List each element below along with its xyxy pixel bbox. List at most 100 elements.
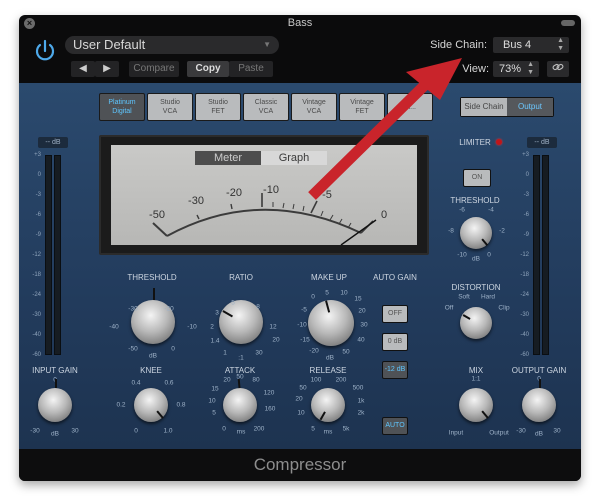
auto-button[interactable]: AUTO bbox=[382, 417, 408, 435]
makeup-tick: -10 bbox=[297, 321, 307, 329]
next-preset-button[interactable]: ▶ bbox=[95, 61, 119, 77]
input-gain-knob[interactable] bbox=[38, 379, 72, 422]
model-button-vintage-fet[interactable]: Vintage FET bbox=[339, 93, 385, 121]
meter-scale-label: -24 bbox=[520, 292, 529, 298]
attack-tick: 200 bbox=[253, 425, 265, 433]
meter-scale-label: -12 bbox=[32, 252, 41, 258]
knee-tick: 1.0 bbox=[163, 427, 173, 435]
window-resize-button[interactable] bbox=[561, 20, 575, 26]
makeup-knob[interactable] bbox=[308, 300, 354, 346]
ratio-tick: 1 bbox=[223, 349, 227, 357]
ratio-unit: :1 bbox=[238, 354, 244, 362]
side-chain-value: Bus 4 bbox=[503, 39, 532, 51]
power-icon[interactable] bbox=[33, 39, 57, 63]
compare-button[interactable]: Compare bbox=[129, 61, 179, 77]
link-button[interactable] bbox=[547, 61, 569, 77]
output-gain-tick: -30 bbox=[516, 427, 526, 435]
circuit-type-selector: Platinum Digital Studio VCA Studio FET C… bbox=[99, 93, 433, 121]
model-button-classic-vca[interactable]: Classic VCA bbox=[243, 93, 289, 121]
release-knob[interactable] bbox=[311, 388, 345, 422]
previous-preset-button[interactable]: ◀ bbox=[71, 61, 95, 77]
meter-scale-label: -9 bbox=[35, 232, 41, 238]
limiter-label: LIMITER bbox=[459, 138, 491, 147]
chevron-down-icon: ▼ bbox=[263, 40, 271, 49]
view-zoom-select[interactable]: 73% ▲ ▼ bbox=[493, 61, 539, 77]
model-button-studio-fet[interactable]: Studio FET bbox=[195, 93, 241, 121]
meter-scale-label: +3 bbox=[34, 152, 41, 158]
meter-scale-label: +3 bbox=[522, 152, 529, 158]
limiter-on-button[interactable]: ON bbox=[463, 169, 491, 187]
ratio-tick: 5 bbox=[231, 299, 235, 307]
limiter-threshold-tick: -10 bbox=[457, 251, 467, 259]
vu-scale-label: -5 bbox=[322, 189, 332, 201]
limiter-threshold-tick: 0 bbox=[487, 251, 491, 259]
release-unit: ms bbox=[323, 428, 333, 436]
knee-tick: 0 bbox=[134, 427, 138, 435]
makeup-tick: 40 bbox=[357, 336, 365, 344]
limiter-threshold-unit: dB bbox=[472, 255, 480, 263]
attack-knob[interactable] bbox=[223, 379, 257, 422]
updown-arrows-icon: ▲ ▼ bbox=[527, 61, 534, 76]
mix-tick: Output bbox=[489, 429, 509, 437]
input-gain-tick: 30 bbox=[71, 427, 79, 435]
mix-tick: Input bbox=[448, 429, 464, 437]
makeup-tick: 5 bbox=[325, 289, 329, 297]
model-button-vintage-vca[interactable]: Vintage VCA bbox=[291, 93, 337, 121]
attack-tick: 120 bbox=[263, 389, 275, 397]
attack-tick: 80 bbox=[252, 376, 260, 384]
meter-scale-label: -9 bbox=[523, 232, 529, 238]
attack-tick: 20 bbox=[223, 376, 231, 384]
release-tick: 100 bbox=[310, 376, 322, 384]
release-tick: 20 bbox=[295, 395, 303, 403]
release-tick: 2k bbox=[357, 409, 365, 417]
makeup-label: MAKE UP bbox=[310, 273, 348, 282]
makeup-tick: -20 bbox=[309, 347, 319, 355]
limiter-threshold-tick: -2 bbox=[499, 227, 505, 235]
model-button-vintage-opto[interactable]: Vi... bbox=[387, 93, 433, 121]
copy-button[interactable]: Copy bbox=[187, 61, 229, 77]
updown-arrows-icon: ▲ ▼ bbox=[557, 37, 564, 52]
mix-knob[interactable] bbox=[459, 388, 493, 422]
knee-label: KNEE bbox=[140, 366, 162, 375]
meter-scale-label: 0 bbox=[525, 172, 529, 178]
makeup-unit: dB bbox=[326, 354, 334, 362]
side-chain-detector-button[interactable]: Side Chain bbox=[461, 98, 507, 116]
model-button-platinum-digital[interactable]: Platinum Digital bbox=[99, 93, 145, 121]
ratio-label: RATIO bbox=[229, 273, 253, 282]
threshold-tick: 0 bbox=[171, 345, 175, 353]
knee-knob[interactable] bbox=[134, 388, 168, 422]
vu-scale-label: 0 bbox=[380, 209, 388, 221]
auto-gain-0db-button[interactable]: 0 dB bbox=[382, 333, 408, 351]
distortion-label: DISTORTION bbox=[451, 283, 501, 292]
window-title: Bass bbox=[287, 17, 313, 29]
release-tick: 500 bbox=[352, 384, 364, 392]
distortion-knob[interactable] bbox=[460, 307, 492, 339]
limiter-threshold-tick: -8 bbox=[448, 227, 454, 235]
vu-tick bbox=[302, 205, 305, 212]
vu-tick bbox=[282, 202, 285, 209]
input-level-meter bbox=[45, 155, 61, 355]
meter-scale-label: -40 bbox=[32, 332, 41, 338]
preset-menu[interactable]: User Default ▼ bbox=[65, 36, 279, 54]
model-button-studio-vca[interactable]: Studio VCA bbox=[147, 93, 193, 121]
auto-gain-minus12db-button[interactable]: -12 dB bbox=[382, 361, 408, 379]
auto-gain-off-button[interactable]: OFF bbox=[382, 305, 408, 323]
vu-needle bbox=[340, 219, 377, 245]
makeup-tick: 0 bbox=[311, 293, 315, 301]
release-label: RELEASE bbox=[309, 366, 347, 375]
meter-scale-label: -18 bbox=[520, 272, 529, 278]
threshold-tick: -30 bbox=[128, 305, 138, 313]
makeup-tick: 50 bbox=[342, 348, 350, 356]
preset-name: User Default bbox=[73, 37, 146, 52]
distortion-tick: Off bbox=[444, 304, 454, 312]
output-level-meter bbox=[533, 155, 549, 355]
output-gain-knob[interactable] bbox=[522, 379, 556, 422]
side-chain-select[interactable]: Bus 4 ▲ ▼ bbox=[493, 37, 569, 53]
threshold-tick: -20 bbox=[164, 305, 174, 313]
limiter-threshold-knob[interactable] bbox=[460, 217, 492, 249]
ratio-tick: 30 bbox=[255, 349, 263, 357]
output-detector-button[interactable]: Output bbox=[507, 98, 553, 116]
paste-button[interactable]: Paste bbox=[229, 61, 273, 77]
release-tick: 50 bbox=[299, 384, 307, 392]
threshold-label: THRESHOLD bbox=[127, 273, 177, 282]
